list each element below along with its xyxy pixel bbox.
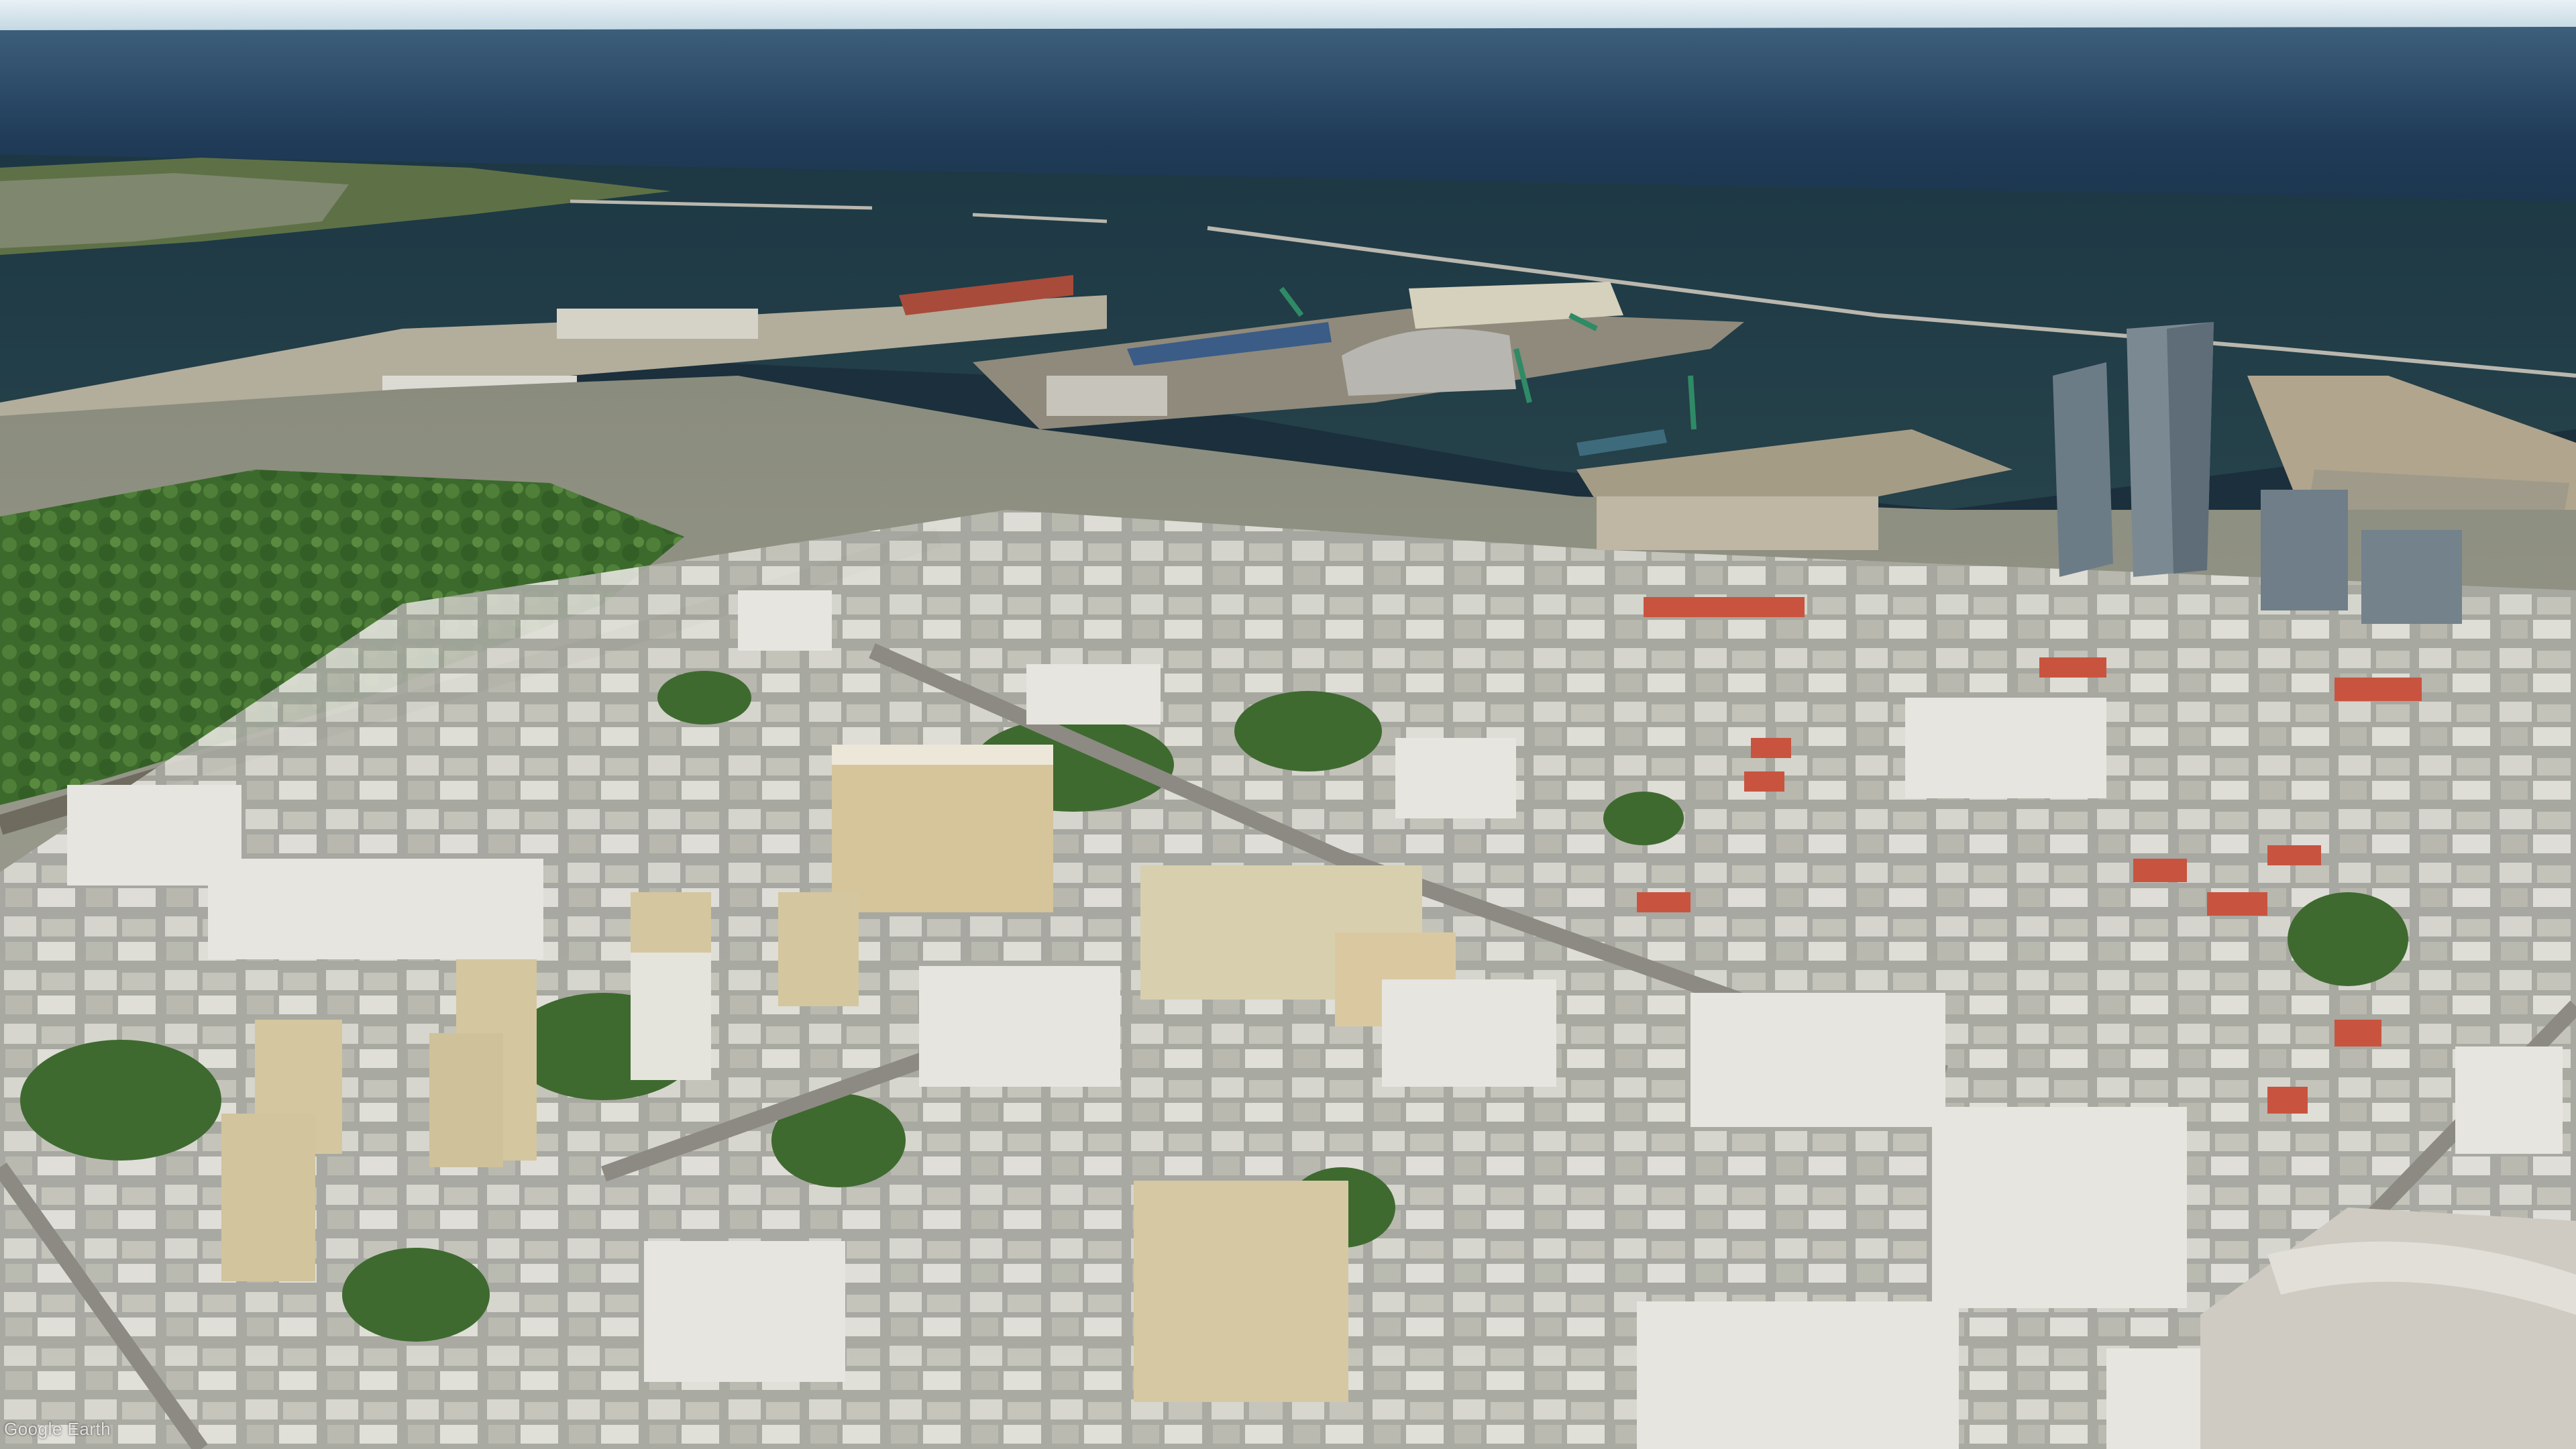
map-viewport[interactable]: Google Earth bbox=[0, 0, 2576, 1449]
map-attribution: Google Earth bbox=[4, 1419, 111, 1439]
map-3d-scene[interactable] bbox=[0, 0, 2576, 1449]
waterfront-plaza bbox=[1597, 496, 1878, 550]
